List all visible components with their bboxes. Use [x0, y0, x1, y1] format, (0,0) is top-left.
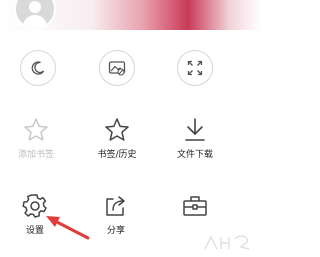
no-image-mode-button[interactable] — [82, 50, 152, 86]
avatar-shoulders — [23, 15, 47, 28]
toolbox-button[interactable] — [160, 190, 230, 222]
fullscreen-circle — [177, 50, 213, 86]
bookmarks-history-button[interactable]: 书签/历史 — [82, 114, 152, 161]
file-download-label: 文件下载 — [176, 150, 213, 160]
share-icon — [106, 196, 125, 216]
download-icon — [185, 118, 205, 141]
star-icon — [24, 118, 48, 141]
share-label: 分享 — [106, 226, 125, 236]
menu-sheet: 添加书签 书签/历史 文件下载 设置 分享 — [0, 30, 261, 257]
image-off-icon — [108, 61, 126, 76]
settings-label: 设置 — [25, 226, 44, 236]
toolbox-icon — [183, 196, 207, 216]
settings-button[interactable]: 设置 — [0, 190, 70, 237]
file-download-button[interactable]: 文件下载 — [160, 114, 230, 161]
share-icon-wrap — [100, 190, 132, 222]
file-download-icon-wrap — [179, 114, 211, 146]
watermark-logo-icon — [204, 235, 250, 250]
fullscreen-icon — [187, 60, 203, 76]
star-icon — [105, 118, 129, 141]
bookmarks-history-icon-wrap — [101, 114, 133, 146]
night-mode-button[interactable] — [3, 50, 73, 86]
settings-icon-wrap — [19, 190, 51, 222]
fullscreen-button[interactable] — [160, 50, 230, 86]
add-bookmark-button[interactable]: 添加书签 — [1, 114, 71, 161]
moon-icon — [31, 61, 45, 75]
toolbox-icon-wrap — [179, 190, 211, 222]
night-mode-circle — [20, 50, 56, 86]
bookmarks-history-label: 书签/历史 — [97, 150, 137, 160]
gear-icon — [22, 194, 47, 218]
add-bookmark-label: 添加书签 — [17, 150, 54, 160]
avatar-head — [29, 1, 41, 13]
share-button[interactable]: 分享 — [81, 190, 151, 237]
add-bookmark-icon-wrap — [20, 114, 52, 146]
no-image-mode-circle — [99, 50, 135, 86]
